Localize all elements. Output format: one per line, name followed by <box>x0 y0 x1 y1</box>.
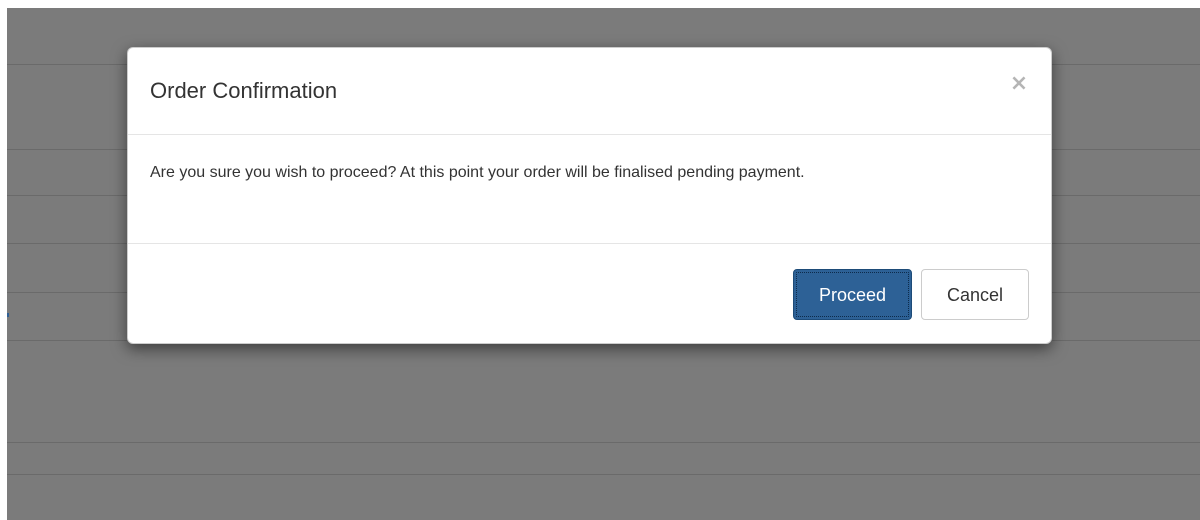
close-button[interactable]: × <box>1009 73 1029 95</box>
background-divider <box>7 474 1200 475</box>
modal-footer: Proceed Cancel <box>128 244 1051 343</box>
background-marker <box>7 313 9 317</box>
confirmation-message: Are you sure you wish to proceed? At thi… <box>150 164 805 181</box>
modal-body: Are you sure you wish to proceed? At thi… <box>128 135 1051 244</box>
modal-header: Order Confirmation × <box>128 48 1051 135</box>
background-divider <box>7 442 1200 443</box>
modal-title: Order Confirmation <box>150 78 338 103</box>
proceed-button[interactable]: Proceed <box>793 269 912 320</box>
order-confirmation-modal: Order Confirmation × Are you sure you wi… <box>127 47 1052 344</box>
cancel-button[interactable]: Cancel <box>921 269 1029 320</box>
close-icon: × <box>1009 71 1029 96</box>
